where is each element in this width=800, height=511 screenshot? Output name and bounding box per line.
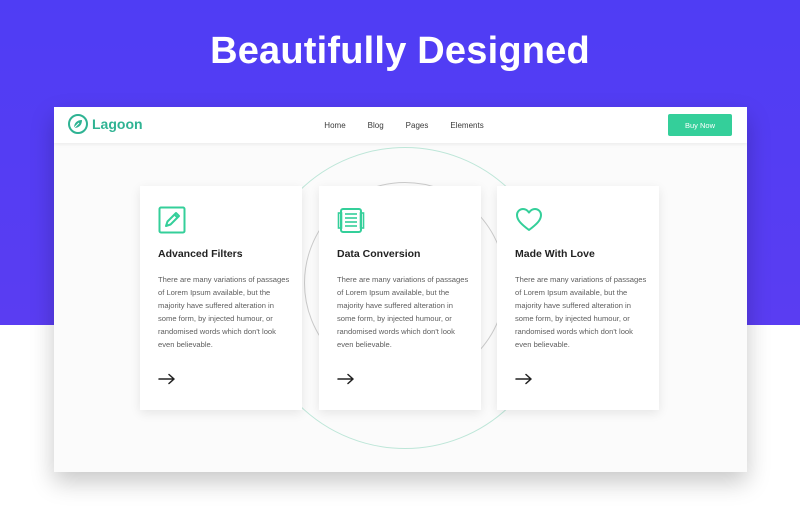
card-description: There are many variations of passages of…	[158, 275, 290, 349]
navbar: Lagoon Home Blog Pages Elements Buy Now	[54, 107, 747, 143]
nav-link-blog[interactable]: Blog	[368, 121, 384, 130]
buy-now-button[interactable]: Buy Now	[668, 114, 732, 136]
card-title: Data Conversion	[337, 248, 421, 260]
nav-link-home[interactable]: Home	[324, 121, 345, 130]
nav-link-elements[interactable]: Elements	[450, 121, 483, 130]
nav-links: Home Blog Pages Elements	[54, 107, 747, 143]
nav-link-pages[interactable]: Pages	[406, 121, 429, 130]
card-description: There are many variations of passages of…	[337, 275, 469, 349]
headline: Beautifully Designed	[210, 30, 590, 72]
arrow-right-icon[interactable]	[337, 372, 355, 385]
card-description: There are many variations of passages of…	[515, 275, 647, 349]
arrow-right-icon[interactable]	[515, 372, 533, 385]
feature-card-data-conversion: Data Conversion There are many variation…	[319, 186, 481, 410]
card-title: Advanced Filters	[158, 248, 243, 260]
card-title: Made With Love	[515, 248, 595, 260]
heart-icon	[515, 206, 543, 234]
pencil-square-icon	[158, 206, 186, 234]
site-preview: Lagoon Home Blog Pages Elements Buy Now …	[54, 107, 747, 472]
document-stack-icon	[337, 206, 365, 234]
arrow-right-icon[interactable]	[158, 372, 176, 385]
feature-card-advanced-filters: Advanced Filters There are many variatio…	[140, 186, 302, 410]
feature-card-made-with-love: Made With Love There are many variations…	[497, 186, 659, 410]
